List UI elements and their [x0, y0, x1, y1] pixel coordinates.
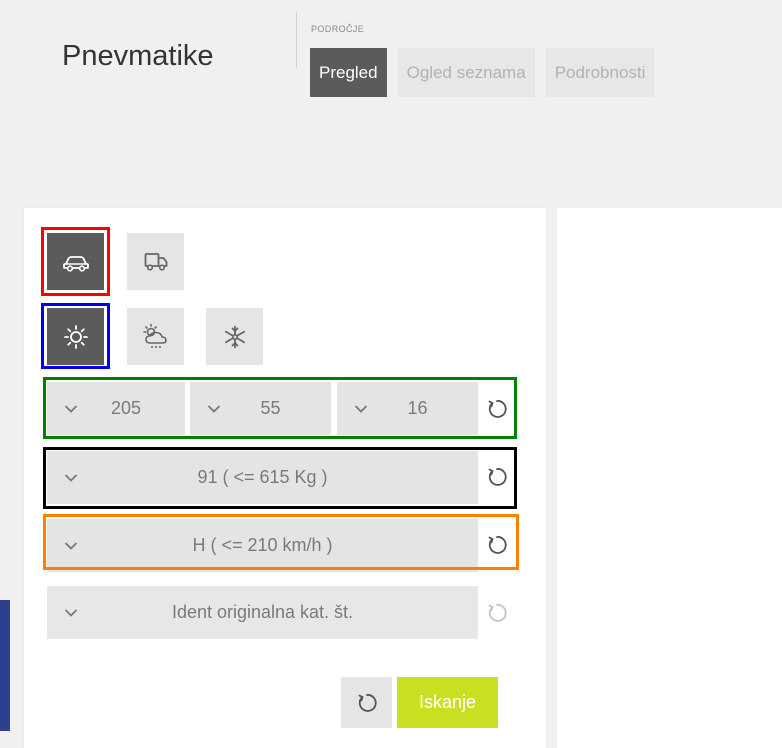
- ident-select[interactable]: Ident originalna kat. št.: [47, 586, 478, 639]
- all-season-button[interactable]: [127, 308, 184, 365]
- load-index-value: 91 ( <= 615 Kg ): [197, 467, 328, 487]
- sun-icon: [63, 324, 88, 349]
- truck-type-button[interactable]: [127, 233, 184, 290]
- reset-icon: [488, 468, 507, 486]
- reset-icon: [488, 400, 507, 418]
- car-icon: [62, 255, 89, 272]
- snowflake-icon: [224, 325, 245, 348]
- width-value: 205: [110, 398, 142, 418]
- speed-index-select[interactable]: H ( <= 210 km/h ): [47, 519, 478, 572]
- reset-all-button[interactable]: [341, 677, 392, 728]
- winter-season-button[interactable]: [206, 308, 263, 365]
- reset-icon: [488, 536, 507, 554]
- area-tabs: Pregled Ogled seznama Podrobnosti: [310, 48, 655, 97]
- ratio-select[interactable]: 55: [190, 382, 331, 435]
- width-select[interactable]: 205: [47, 382, 185, 435]
- truck-icon: [144, 252, 167, 271]
- tab-pregled[interactable]: Pregled: [310, 48, 387, 97]
- tab-ogled-seznama[interactable]: Ogled seznama: [397, 48, 535, 97]
- page-title: Pnevmatike: [62, 40, 214, 72]
- tab-podrobnosti[interactable]: Podrobnosti: [545, 48, 655, 97]
- speed-index-reset-button[interactable]: [482, 530, 512, 560]
- all-season-icon: [142, 323, 167, 348]
- header-divider: [296, 12, 297, 68]
- summer-season-button[interactable]: [47, 308, 104, 365]
- result-panel: [557, 208, 782, 748]
- load-index-reset-button[interactable]: [482, 462, 512, 492]
- reset-icon: [358, 693, 377, 712]
- area-label: PODROČJE: [311, 24, 365, 34]
- ident-reset-button[interactable]: [482, 598, 512, 628]
- dimensions-reset-button[interactable]: [482, 394, 512, 424]
- ratio-value: 55: [260, 398, 281, 418]
- left-edge-strip: [0, 600, 10, 731]
- reset-icon: [488, 604, 507, 622]
- load-index-select[interactable]: 91 ( <= 615 Kg ): [47, 451, 478, 504]
- ident-placeholder: Ident originalna kat. št.: [171, 602, 354, 622]
- car-type-button[interactable]: [47, 233, 104, 290]
- diameter-select[interactable]: 16: [337, 382, 478, 435]
- speed-index-value: H ( <= 210 km/h ): [192, 535, 333, 555]
- diameter-value: 16: [407, 398, 428, 418]
- search-button[interactable]: Iskanje: [397, 677, 498, 728]
